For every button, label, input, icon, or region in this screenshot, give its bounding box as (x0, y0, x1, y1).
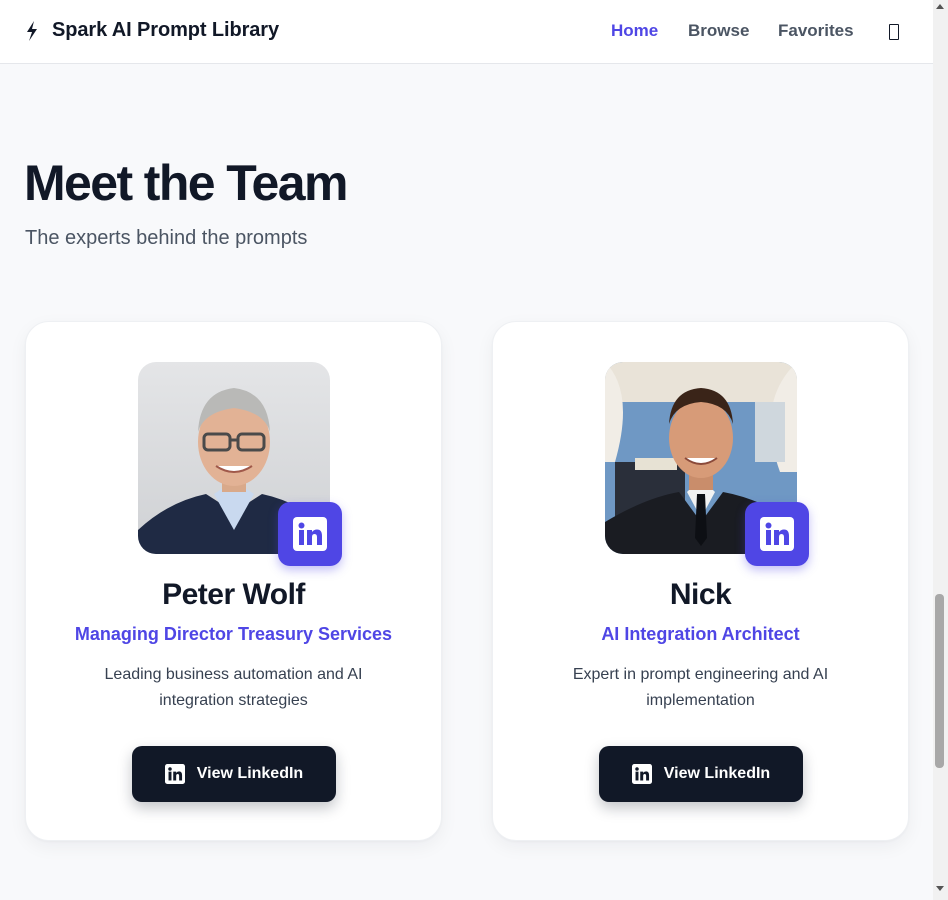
top-navbar: Spark AI Prompt Library Home Browse Favo… (0, 0, 933, 64)
brand[interactable]: Spark AI Prompt Library (24, 19, 279, 42)
page-subtitle: The experts behind the prompts (25, 227, 308, 249)
view-linkedin-button[interactable]: View LinkedIn (599, 746, 803, 802)
member-role: AI Integration Architect (601, 624, 800, 644)
member-name: Nick (669, 578, 732, 611)
member-bio: Expert in prompt engineering and AI impl… (572, 666, 829, 709)
linkedin-badge[interactable] (745, 502, 809, 566)
scroll-up-arrow-icon[interactable] (936, 4, 944, 9)
theme-toggle-icon (889, 24, 899, 40)
theme-toggle-button[interactable] (886, 22, 902, 42)
team-card-peter: Peter Wolf Managing Director Treasury Se… (25, 321, 442, 841)
button-label: View LinkedIn (196, 765, 304, 782)
brand-name: Spark AI Prompt Library (52, 19, 280, 41)
member-name: Peter Wolf (162, 578, 305, 611)
nav-link-favorites[interactable]: Favorites (778, 21, 854, 41)
linkedin-icon (164, 764, 185, 784)
scrollbar-thumb[interactable] (935, 594, 944, 768)
linkedin-badge[interactable] (278, 502, 342, 566)
linkedin-icon (293, 517, 327, 551)
lightning-bolt-icon (27, 20, 37, 41)
nav-link-home[interactable]: Home (611, 21, 658, 41)
member-role: Managing Director Treasury Services (74, 624, 393, 644)
nav-link-browse[interactable]: Browse (688, 21, 749, 41)
avatar-wrapper (138, 362, 342, 566)
button-label: View LinkedIn (663, 765, 771, 782)
linkedin-icon (631, 764, 652, 784)
member-bio: Leading business automation and AI integ… (104, 666, 363, 709)
linkedin-icon (760, 517, 794, 551)
page-scrollbar[interactable] (933, 0, 948, 900)
team-card-nick: Nick AI Integration Architect Expert in … (492, 321, 909, 841)
view-linkedin-button[interactable]: View LinkedIn (132, 746, 336, 802)
page-title: Meet the Team (24, 155, 348, 211)
scroll-down-arrow-icon[interactable] (936, 886, 944, 891)
avatar-wrapper (605, 362, 809, 566)
